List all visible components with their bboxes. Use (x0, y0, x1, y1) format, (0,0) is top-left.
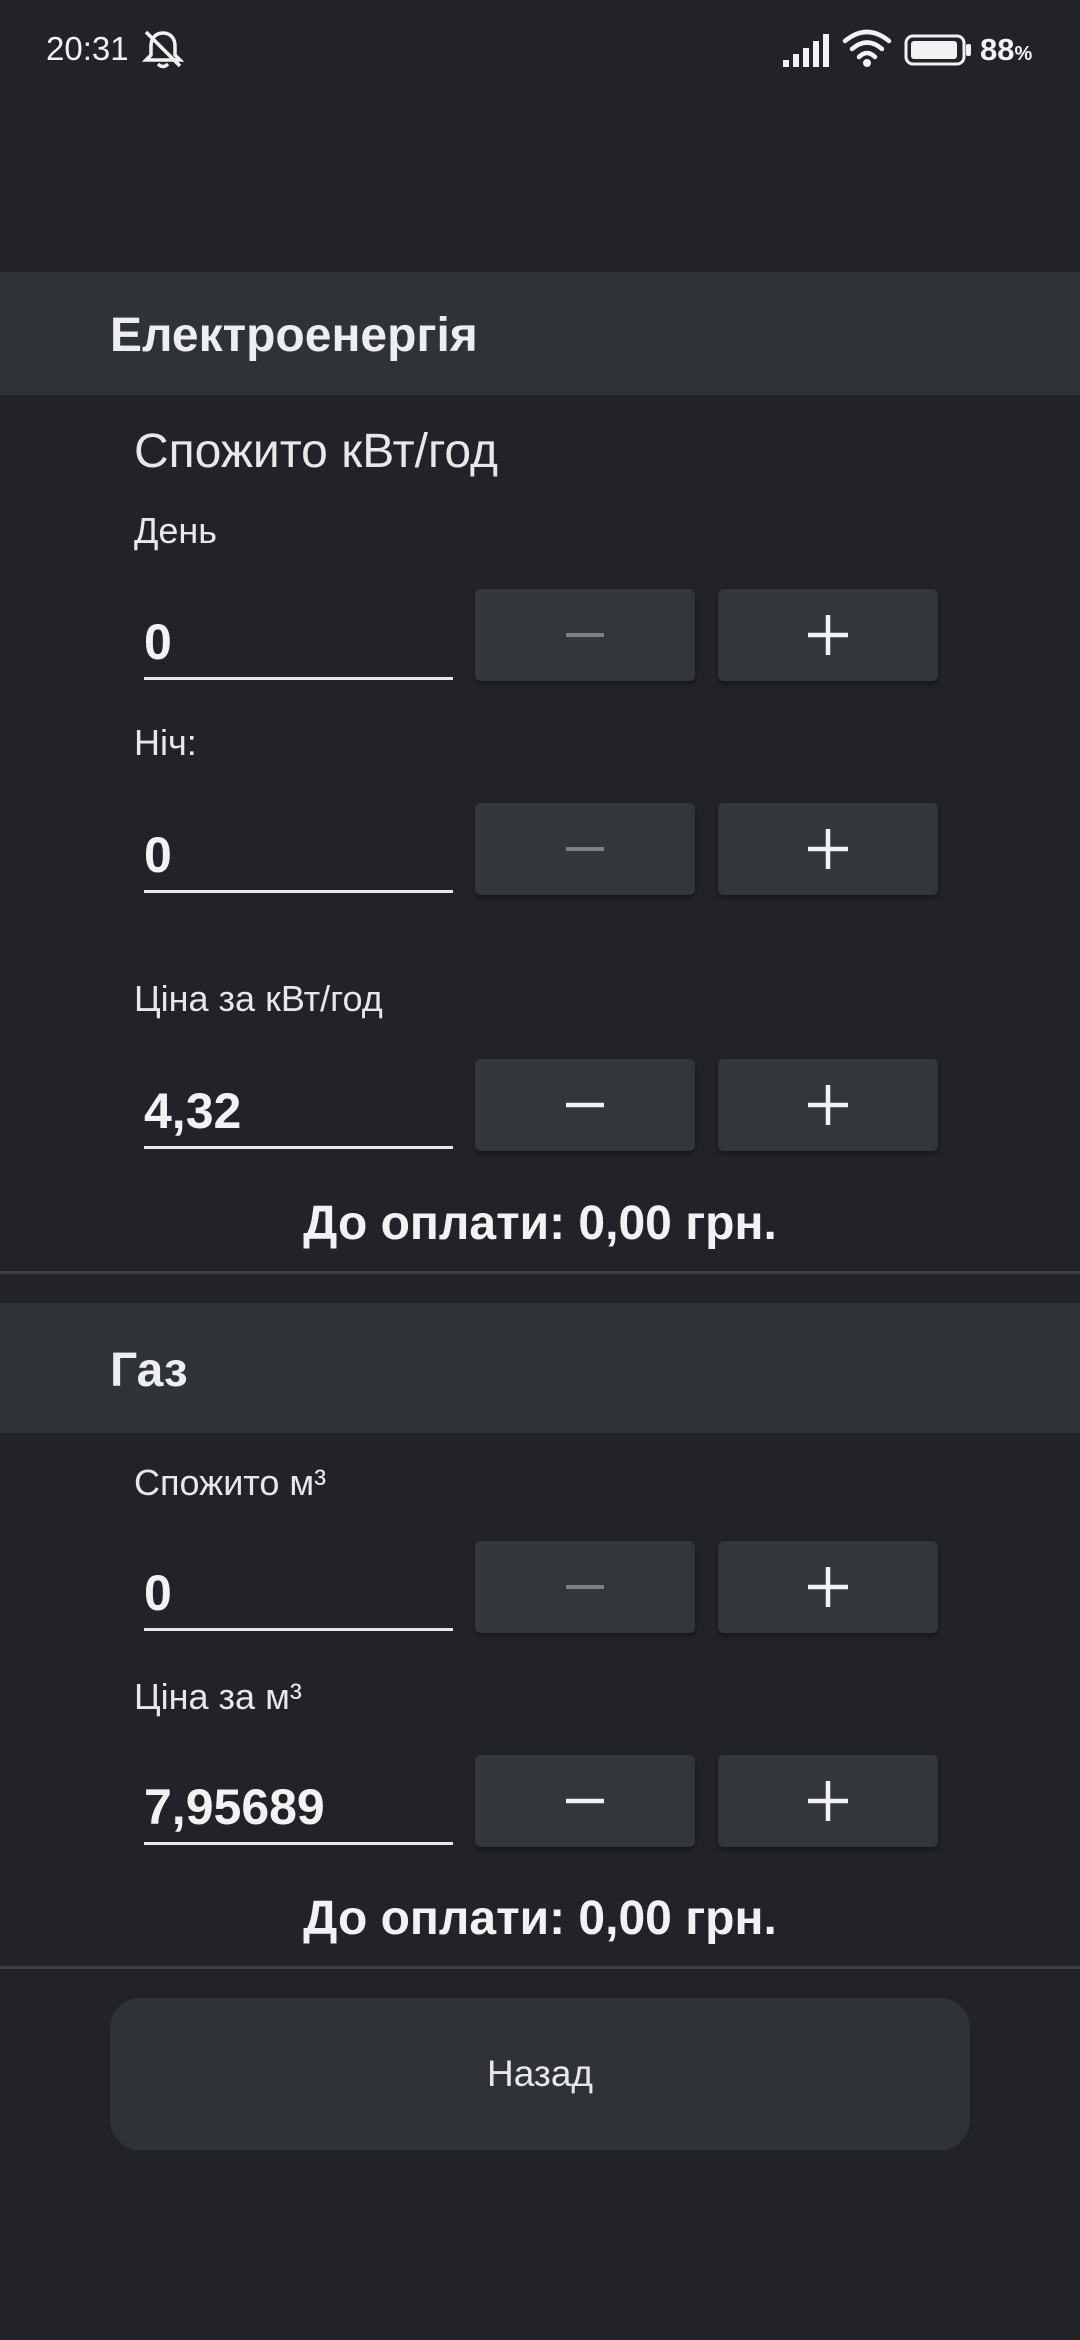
minus-icon (566, 1585, 604, 1589)
gas-consumed-decrement-button[interactable] (475, 1541, 695, 1633)
gas-title: Газ (110, 1344, 188, 1397)
day-increment-button[interactable] (718, 589, 938, 681)
gas-consumed-input[interactable]: 0 (144, 1563, 453, 1631)
status-time: 20:31 (46, 30, 129, 67)
electricity-divider (0, 1271, 1080, 1274)
battery-percent-value: 88 (980, 32, 1015, 67)
night-label: Ніч: (134, 722, 197, 763)
gas-consumed-increment-button[interactable] (718, 1541, 938, 1633)
day-decrement-button[interactable] (475, 589, 695, 681)
day-input[interactable]: 0 (144, 612, 453, 680)
minus-icon (566, 1798, 604, 1804)
night-increment-button[interactable] (718, 803, 938, 895)
gas-header: Газ (0, 1303, 1080, 1433)
minus-icon (566, 633, 604, 637)
day-label: День (134, 510, 218, 551)
night-input[interactable]: 0 (144, 825, 453, 893)
status-bar: 20:31 88% (0, 0, 1080, 100)
gas-consumed-label: Спожито м³ (134, 1462, 327, 1503)
electricity-price-label: Ціна за кВт/год (134, 978, 383, 1019)
minus-icon (566, 1102, 604, 1108)
plus-icon (808, 615, 848, 655)
screen: 20:31 88% Електроенергія Спожито кВт/год… (0, 0, 1080, 2340)
gas-price-input[interactable]: 7,95689 (144, 1777, 453, 1845)
electricity-price-decrement-button[interactable] (475, 1059, 695, 1151)
battery-percent: 88% (980, 32, 1032, 68)
gas-price-label: Ціна за м³ (134, 1676, 302, 1717)
electricity-consumed-label: Спожито кВт/год (134, 425, 499, 478)
back-button[interactable]: Назад (110, 1998, 970, 2150)
gas-total: До оплати: 0,00 грн. (303, 1892, 777, 1945)
gas-price-increment-button[interactable] (718, 1755, 938, 1847)
plus-icon (808, 1085, 848, 1125)
mute-icon (141, 30, 185, 69)
battery-icon (904, 34, 971, 66)
plus-icon (808, 829, 848, 869)
electricity-header: Електроенергія (0, 272, 1080, 395)
electricity-price-increment-button[interactable] (718, 1059, 938, 1151)
night-decrement-button[interactable] (475, 803, 695, 895)
plus-icon (808, 1781, 848, 1821)
gas-divider (0, 1966, 1080, 1969)
battery-percent-unit: % (1014, 43, 1033, 65)
plus-icon (808, 1567, 848, 1607)
signal-icon (783, 34, 829, 67)
gas-price-decrement-button[interactable] (475, 1755, 695, 1847)
electricity-total: До оплати: 0,00 грн. (303, 1197, 777, 1250)
electricity-title: Електроенергія (110, 309, 478, 362)
wifi-icon (842, 29, 892, 67)
minus-icon (566, 847, 604, 851)
electricity-price-input[interactable]: 4,32 (144, 1081, 453, 1149)
